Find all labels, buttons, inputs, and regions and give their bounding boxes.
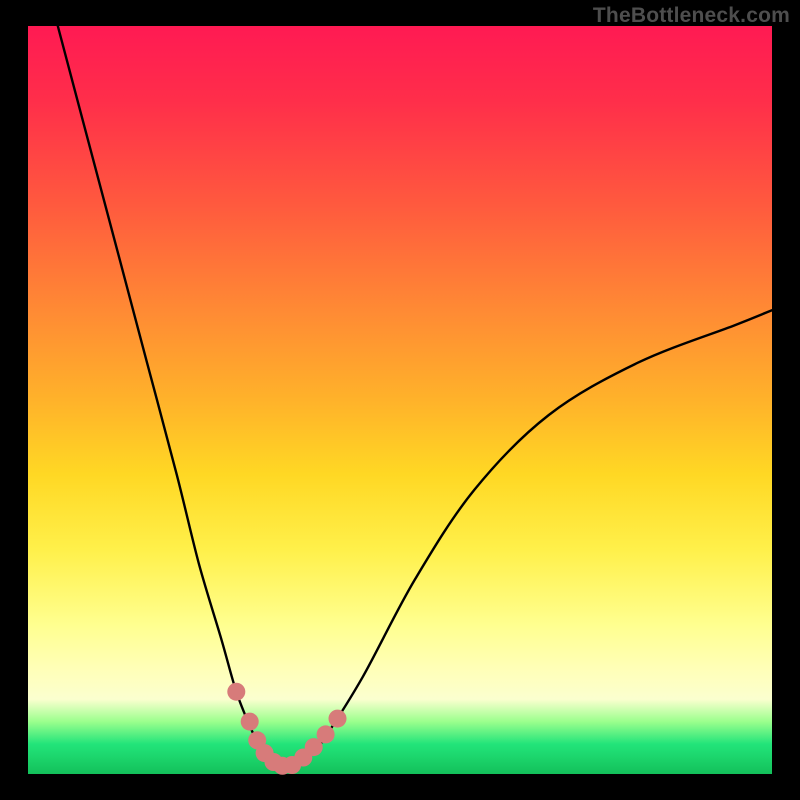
chart-frame: TheBottleneck.com bbox=[0, 0, 800, 800]
bottleneck-curve bbox=[58, 26, 772, 767]
curve-layer bbox=[28, 26, 772, 774]
highlight-dot bbox=[227, 683, 245, 701]
highlight-dot bbox=[317, 725, 335, 743]
highlight-dots bbox=[227, 683, 346, 775]
highlight-dot bbox=[329, 710, 347, 728]
watermark-text: TheBottleneck.com bbox=[593, 4, 790, 28]
highlight-dot bbox=[241, 713, 259, 731]
plot-area bbox=[28, 26, 772, 774]
